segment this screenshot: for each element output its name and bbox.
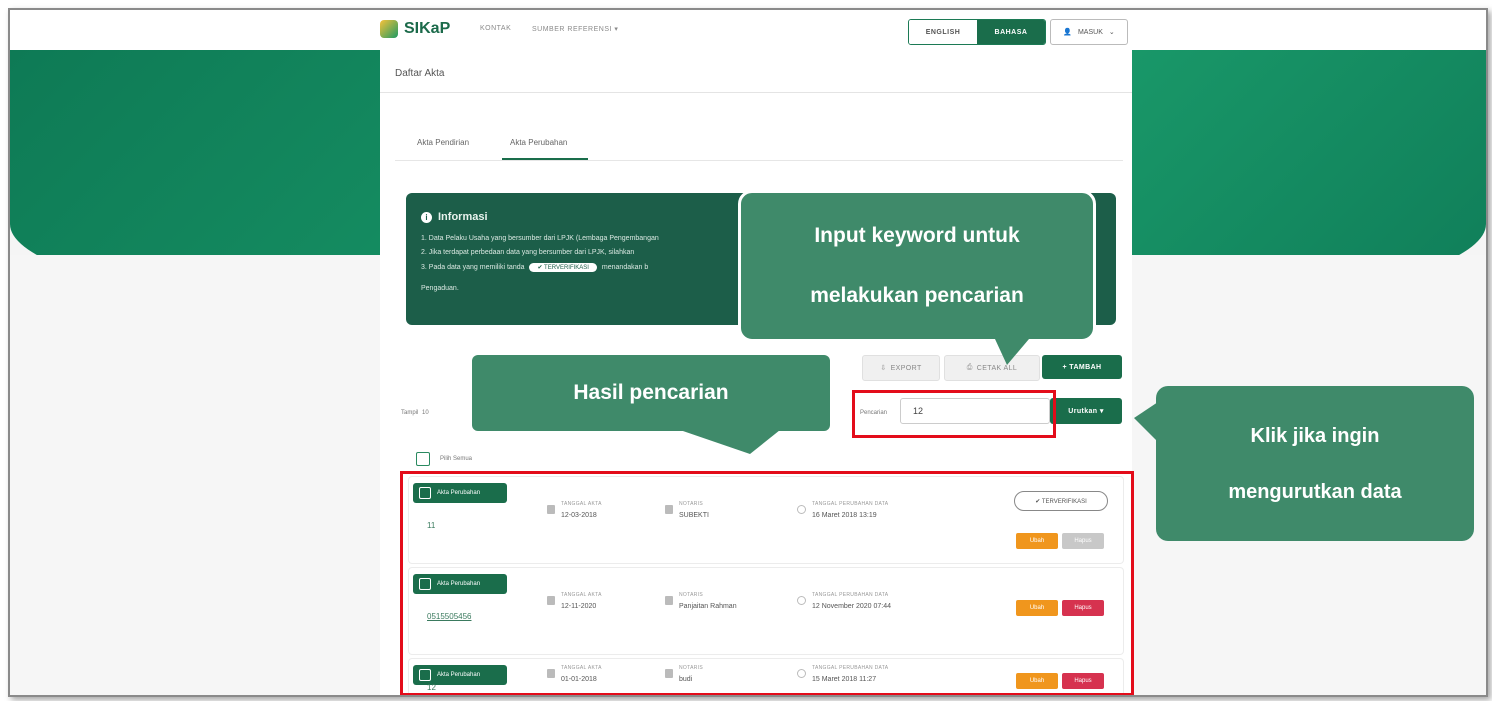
info-line-1: 1. Data Pelaku Usaha yang bersumber dari… bbox=[421, 235, 659, 242]
info-title: i Informasi bbox=[421, 211, 488, 223]
search-callout: Input keyword untuk melakukan pencarian bbox=[738, 190, 1096, 342]
info-line-2: 2. Jika terdapat perbedaan data yang ber… bbox=[421, 249, 635, 256]
info-line-3: 3. Pada data yang memiliki tanda ✔ TERVE… bbox=[421, 263, 648, 272]
logo-text: SIKaP bbox=[404, 20, 451, 37]
divider bbox=[395, 160, 1123, 161]
tab-akta-perubahan[interactable]: Akta Perubahan bbox=[510, 138, 567, 147]
info-icon: i bbox=[421, 211, 432, 223]
language-switch: ENGLISH BAHASA bbox=[908, 19, 1046, 45]
export-icon: ⇩ bbox=[880, 365, 887, 372]
callout-line: mengurutkan data bbox=[1228, 480, 1402, 503]
result-callout: Hasil pencarian bbox=[472, 355, 830, 431]
select-all[interactable]: Pilih Semua bbox=[416, 452, 472, 466]
sort-callout-pointer bbox=[1134, 402, 1158, 442]
urutkan-button[interactable]: Urutkan ▾ bbox=[1050, 398, 1122, 424]
callout-line: Klik jika ingin bbox=[1250, 424, 1380, 447]
search-callout-pointer bbox=[995, 339, 1029, 365]
logo-icon bbox=[380, 20, 398, 38]
nav-sumber-referensi[interactable]: SUMBER REFERENSI ▾ bbox=[532, 25, 618, 33]
show-entries-select[interactable]: 10 bbox=[422, 410, 429, 416]
screenshot-frame: SIKaP KONTAK SUMBER REFERENSI ▾ ENGLISH … bbox=[8, 8, 1488, 697]
info-line-3-suffix: menandakan b bbox=[601, 264, 649, 271]
login-button[interactable]: 👤 MASUK ⌄ bbox=[1050, 19, 1128, 45]
callout-line: melakukan pencarian bbox=[810, 284, 1024, 307]
print-icon: ⎙ bbox=[966, 364, 973, 371]
sort-callout: Klik jika ingin mengurutkan data bbox=[1156, 386, 1474, 541]
tab-akta-pendirian[interactable]: Akta Pendirian bbox=[417, 138, 469, 147]
top-navbar: SIKaP KONTAK SUMBER REFERENSI ▾ ENGLISH … bbox=[10, 10, 1486, 50]
callout-line: Input keyword untuk bbox=[814, 224, 1020, 247]
select-all-checkbox[interactable] bbox=[416, 452, 430, 466]
results-highlight bbox=[400, 471, 1134, 695]
export-label: EXPORT bbox=[890, 364, 922, 372]
lang-english-button[interactable]: ENGLISH bbox=[909, 20, 977, 44]
divider bbox=[380, 92, 1132, 93]
search-highlight bbox=[852, 390, 1056, 438]
info-line-3-text: 3. Pada data yang memiliki tanda bbox=[421, 264, 525, 271]
lang-bahasa-button[interactable]: BAHASA bbox=[977, 20, 1045, 44]
cetak-label: CETAK ALL bbox=[976, 364, 1018, 372]
sikap-logo[interactable]: SIKaP bbox=[380, 20, 450, 38]
show-entries-label: Tampil bbox=[401, 410, 419, 416]
result-callout-pointer bbox=[680, 430, 780, 454]
chevron-down-icon: ⌄ bbox=[1108, 29, 1115, 36]
user-icon: 👤 bbox=[1063, 29, 1072, 36]
info-line-4: Pengaduan. bbox=[421, 285, 459, 292]
tambah-button[interactable]: + TAMBAH bbox=[1042, 355, 1122, 379]
export-button[interactable]: ⇩ EXPORT bbox=[862, 355, 940, 381]
nav-kontak[interactable]: KONTAK bbox=[480, 25, 511, 32]
login-label: MASUK bbox=[1077, 28, 1103, 36]
verified-badge-sample: ✔ TERVERIFIKASI bbox=[529, 263, 597, 272]
info-title-text: Informasi bbox=[438, 211, 488, 223]
select-all-label: Pilih Semua bbox=[440, 456, 473, 462]
page-title: Daftar Akta bbox=[395, 68, 445, 79]
